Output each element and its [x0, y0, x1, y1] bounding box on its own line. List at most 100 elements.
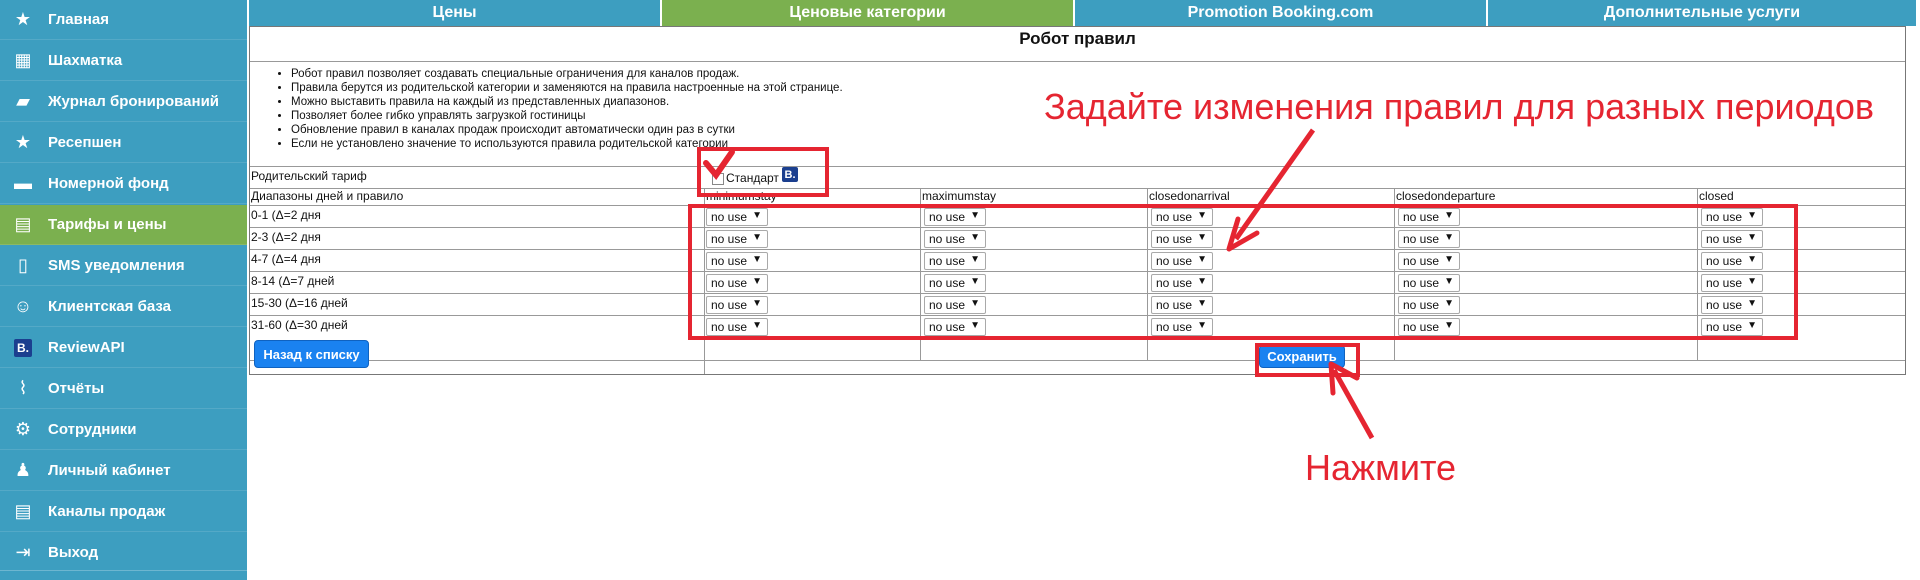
- sidebar-item-label: Журнал бронирований: [48, 93, 220, 110]
- select-value: no use: [1156, 254, 1193, 268]
- closedonarrival-select[interactable]: no use ▼: [1151, 208, 1213, 226]
- closedonarrival-select[interactable]: no use ▼: [1151, 318, 1213, 336]
- sidebar-item-label: Главная: [48, 11, 110, 28]
- minimumstay-select[interactable]: no use ▼: [706, 274, 768, 292]
- select-value: no use: [1706, 298, 1743, 312]
- chevron-down-icon: ▼: [1444, 320, 1454, 331]
- sidebar-item-label: Личный кабинет: [48, 462, 171, 479]
- back-to-list-button[interactable]: Назад к списку: [254, 340, 369, 368]
- chevron-down-icon: ▼: [1747, 210, 1757, 221]
- minimumstay-select[interactable]: no use ▼: [706, 208, 768, 226]
- closed-select[interactable]: no use ▼: [1701, 274, 1763, 292]
- sidebar-item-label: ReviewAPI: [48, 339, 125, 356]
- parent-tariff-checkbox[interactable]: [712, 173, 724, 185]
- closed-select[interactable]: no use ▼: [1701, 252, 1763, 270]
- maximumstay-select[interactable]: no use ▼: [924, 318, 986, 336]
- closed-select[interactable]: no use ▼: [1701, 208, 1763, 226]
- sidebar-item[interactable]: ⚙ Сотрудники: [0, 410, 247, 450]
- sidebar-item[interactable]: ★ Главная: [0, 0, 247, 40]
- select-value: no use: [1156, 320, 1193, 334]
- chevron-down-icon: ▼: [1747, 320, 1757, 331]
- maximumstay-select[interactable]: no use ▼: [924, 252, 986, 270]
- closedondeparture-select[interactable]: no use ▼: [1398, 296, 1460, 314]
- minimumstay-select[interactable]: no use ▼: [706, 318, 768, 336]
- chevron-down-icon: ▼: [752, 254, 762, 265]
- maximumstay-select[interactable]: no use ▼: [924, 208, 986, 226]
- sidebar-item[interactable]: ▯ SMS уведомления: [0, 246, 247, 286]
- maximumstay-select[interactable]: no use ▼: [924, 296, 986, 314]
- closed-select[interactable]: no use ▼: [1701, 318, 1763, 336]
- divider: [250, 227, 1905, 228]
- closedonarrival-select[interactable]: no use ▼: [1151, 230, 1213, 248]
- rules-robot-panel: Робот правил Робот правил позволяет созд…: [249, 26, 1906, 375]
- tab-prices[interactable]: Цены: [249, 0, 662, 26]
- save-button[interactable]: Сохранить: [1259, 345, 1345, 368]
- chevron-down-icon: ▼: [752, 276, 762, 287]
- closedonarrival-select[interactable]: no use ▼: [1151, 274, 1213, 292]
- maximumstay-select[interactable]: no use ▼: [924, 274, 986, 292]
- chevron-down-icon: ▼: [1197, 276, 1207, 287]
- note-item: Если не установлено значение то использу…: [291, 137, 843, 151]
- chevron-down-icon: ▼: [1197, 254, 1207, 265]
- tab-price-categories[interactable]: Ценовые категории: [662, 0, 1075, 26]
- closedondeparture-select[interactable]: no use ▼: [1398, 208, 1460, 226]
- select-value: no use: [711, 276, 748, 290]
- minimumstay-select[interactable]: no use ▼: [706, 252, 768, 270]
- sidebar-item[interactable]: ▤ Тарифы и цены: [0, 205, 247, 245]
- phone-icon: ▯: [18, 255, 28, 275]
- chevron-down-icon: ▼: [752, 320, 762, 331]
- sidebar-item[interactable]: ▬ Номерной фонд: [0, 164, 247, 204]
- sidebar-item[interactable]: ▤ Каналы продаж: [0, 492, 247, 532]
- closedondeparture-select[interactable]: no use ▼: [1398, 230, 1460, 248]
- tab-promotion-booking[interactable]: Promotion Booking.com: [1075, 0, 1488, 26]
- sidebar-item[interactable]: ★ Ресепшен: [0, 123, 247, 163]
- chevron-down-icon: ▼: [752, 298, 762, 309]
- closed-select[interactable]: no use ▼: [1701, 296, 1763, 314]
- divider: [1697, 188, 1698, 360]
- divider: [920, 188, 921, 360]
- chevron-down-icon: ▼: [1444, 276, 1454, 287]
- divider: [250, 315, 1905, 316]
- chevron-down-icon: ▼: [970, 276, 980, 287]
- minimumstay-select[interactable]: no use ▼: [706, 230, 768, 248]
- closedonarrival-select[interactable]: no use ▼: [1151, 296, 1213, 314]
- sidebar-item-label: Шахматка: [48, 52, 123, 69]
- select-value: no use: [1706, 232, 1743, 246]
- divider: [250, 205, 1905, 206]
- note-item: Можно выставить правила на каждый из пре…: [291, 95, 843, 109]
- closed-select[interactable]: no use ▼: [1701, 230, 1763, 248]
- sidebar-item-label: Тарифы и цены: [48, 216, 167, 233]
- sidebar-item[interactable]: B. ReviewAPI: [0, 328, 247, 368]
- closedondeparture-select[interactable]: no use ▼: [1398, 274, 1460, 292]
- divider: [1394, 188, 1395, 360]
- column-header: minimumstay: [706, 189, 777, 203]
- sidebar-item[interactable]: ♟ Личный кабинет: [0, 451, 247, 491]
- sidebar-item-label: Ресепшен: [48, 134, 122, 151]
- sidebar-item[interactable]: ▦ Шахматка: [0, 41, 247, 81]
- sidebar-item[interactable]: ⇥ Выход: [0, 533, 247, 573]
- sidebar-item[interactable]: ▰ Журнал бронирований: [0, 82, 247, 122]
- select-value: no use: [1403, 298, 1440, 312]
- range-label: 15-30 (Δ=16 дней: [251, 296, 348, 310]
- tab-additional-services[interactable]: Дополнительные услуги: [1488, 0, 1916, 26]
- chevron-down-icon: ▼: [1747, 254, 1757, 265]
- closedonarrival-select[interactable]: no use ▼: [1151, 252, 1213, 270]
- closedondeparture-select[interactable]: no use ▼: [1398, 252, 1460, 270]
- money-icon: ▤: [14, 214, 32, 234]
- ranges-label: Диапазоны дней и правило: [251, 189, 404, 203]
- sidebar-item-label: SMS уведомления: [48, 257, 185, 274]
- user-icon: ☺: [13, 296, 33, 316]
- star-icon: ★: [14, 132, 32, 152]
- closedondeparture-select[interactable]: no use ▼: [1398, 318, 1460, 336]
- maximumstay-select[interactable]: no use ▼: [924, 230, 986, 248]
- person-icon: ♟: [14, 460, 32, 480]
- sidebar-item-label: Сотрудники: [48, 421, 137, 438]
- select-value: no use: [711, 254, 748, 268]
- chevron-down-icon: ▼: [1444, 254, 1454, 265]
- chevron-down-icon: ▼: [1444, 232, 1454, 243]
- sidebar-item[interactable]: ⌇ Отчёты: [0, 369, 247, 409]
- minimumstay-select[interactable]: no use ▼: [706, 296, 768, 314]
- column-header: maximumstay: [922, 189, 997, 203]
- sidebar-item[interactable]: ☺ Клиентская база: [0, 287, 247, 327]
- divider: [250, 166, 1905, 167]
